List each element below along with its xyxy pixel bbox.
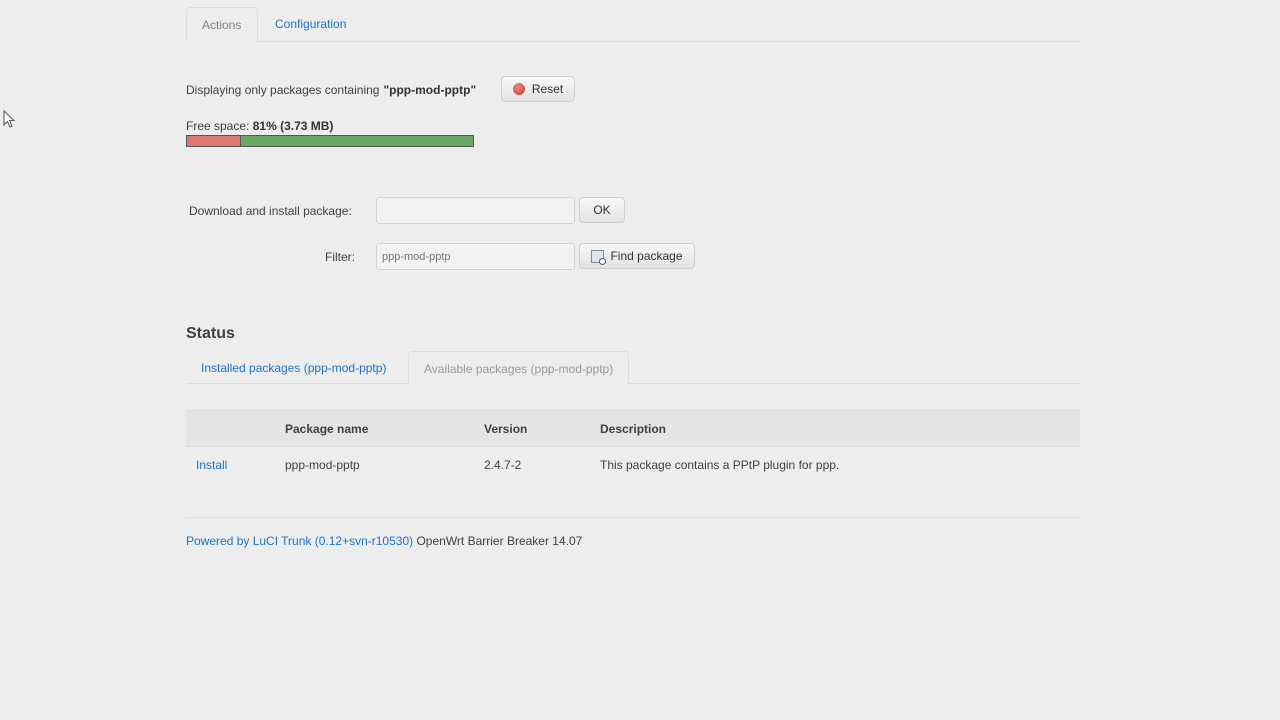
filter-label: Filter: [325,250,355,264]
reset-button-label: Reset [531,82,564,96]
free-space-label: Free space: 81% (3.73 MB) [186,119,333,133]
table-header: Package name Version Description [186,410,1080,447]
tab-installed-packages[interactable]: Installed packages (ppp-mod-pptp) [186,351,401,384]
packages-table: Package name Version Description Install… [186,410,1080,484]
tab-configuration[interactable]: Configuration [275,7,346,42]
footer: Powered by LuCI Trunk (0.12+svn-r10530) … [186,534,582,548]
free-space-caption: Free space: [186,119,250,133]
tab-available-packages[interactable]: Available packages (ppp-mod-pptp) [408,351,630,384]
tab-actions[interactable]: Actions [186,7,258,42]
version-cell: 2.4.7-2 [484,458,522,472]
status-tabs: Installed packages (ppp-mod-pptp) Availa… [186,351,1080,384]
free-space-value: 81% (3.73 MB) [252,119,334,133]
download-package-input[interactable] [376,197,575,224]
column-header-package-name: Package name [285,422,369,436]
used-space-fill [187,136,242,146]
find-icon [591,249,607,265]
find-package-button[interactable]: Find package [579,243,695,269]
footer-divider [186,517,1080,518]
filter-notice-text: Displaying only packages containing [186,83,380,97]
filter-notice: Displaying only packages containing "ppp… [186,77,476,103]
free-space-bar [186,135,474,147]
install-link[interactable]: Install [196,447,227,484]
footer-version-text: OpenWrt Barrier Breaker 14.07 [416,534,583,548]
reset-icon [512,83,525,95]
description-cell: This package contains a PPtP plugin for … [600,458,840,472]
download-label: Download and install package: [189,204,352,218]
column-header-version: Version [484,422,528,436]
ok-button[interactable]: OK [579,197,625,223]
filter-input[interactable] [376,243,575,270]
package-name-cell: ppp-mod-pptp [285,458,360,472]
filter-notice-term: "ppp-mod-pptp" [383,83,477,97]
column-header-description: Description [600,422,667,436]
find-package-label: Find package [610,249,683,263]
reset-button[interactable]: Reset [501,76,575,102]
mouse-cursor-icon [3,110,16,128]
top-tabs: Actions Configuration [186,7,1080,42]
status-heading: Status [186,325,235,342]
luci-link[interactable]: Powered by LuCI Trunk (0.12+svn-r10530) [186,534,413,548]
table-row: Install ppp-mod-pptp 2.4.7-2 This packag… [186,447,1080,484]
main-content: Actions Configuration Displaying only pa… [186,7,1080,548]
